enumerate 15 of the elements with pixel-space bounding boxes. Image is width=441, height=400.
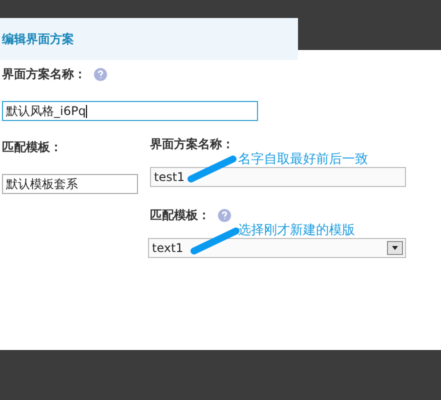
marker-stroke bbox=[190, 227, 240, 255]
help-icon[interactable] bbox=[218, 209, 231, 222]
panel-title: 编辑界面方案 bbox=[2, 30, 74, 48]
template-select[interactable]: 默认模板套系 bbox=[2, 174, 138, 194]
annotation-text: 选择刚才新建的模版 bbox=[238, 222, 355, 239]
field-label: 匹配模板： bbox=[150, 207, 210, 224]
name-input[interactable]: test1 bbox=[150, 167, 406, 187]
name-input[interactable]: 默认风格_i6Pq bbox=[2, 101, 258, 121]
template-select[interactable]: text1 bbox=[148, 238, 406, 258]
help-icon[interactable] bbox=[94, 68, 107, 81]
field-label: 匹配模板： bbox=[2, 139, 62, 156]
annotation-text: 名字自取最好前后一致 bbox=[238, 151, 368, 168]
field-label: 界面方案名称： bbox=[2, 66, 86, 83]
marker-stroke bbox=[187, 155, 237, 183]
field-label: 界面方案名称： bbox=[150, 136, 234, 153]
